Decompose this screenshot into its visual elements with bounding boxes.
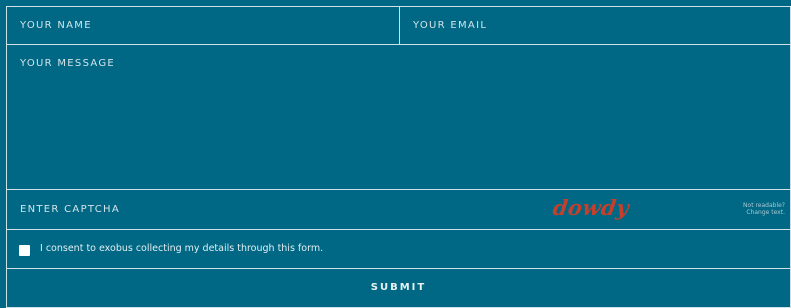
refresh-line-1: Not readable?	[743, 202, 785, 209]
message-placeholder: YOUR MESSAGE	[20, 58, 116, 69]
captcha-row: ENTER CAPTCHA dowdy Not readable? Change…	[6, 189, 791, 230]
name-placeholder: YOUR NAME	[20, 20, 92, 31]
captcha-input[interactable]: ENTER CAPTCHA	[7, 190, 527, 229]
submit-button[interactable]: SUBMIT	[6, 268, 791, 308]
message-textarea[interactable]: YOUR MESSAGE	[6, 44, 791, 190]
refresh-line-2: Change text.	[746, 209, 785, 216]
name-input[interactable]: YOUR NAME	[6, 6, 400, 45]
consent-checkbox[interactable]	[19, 245, 30, 256]
email-placeholder: YOUR EMAIL	[413, 20, 488, 31]
captcha-placeholder: ENTER CAPTCHA	[20, 204, 120, 215]
captcha-image: dowdy	[551, 195, 631, 220]
change-captcha-link[interactable]: Not readable? Change text.	[743, 202, 785, 216]
email-input[interactable]: YOUR EMAIL	[399, 6, 791, 45]
consent-row: I consent to exobus collecting my detail…	[6, 229, 791, 269]
contact-form: YOUR NAME YOUR EMAIL YOUR MESSAGE ENTER …	[0, 0, 791, 308]
submit-label: SUBMIT	[370, 282, 427, 293]
consent-label[interactable]: I consent to exobus collecting my detail…	[40, 243, 323, 254]
